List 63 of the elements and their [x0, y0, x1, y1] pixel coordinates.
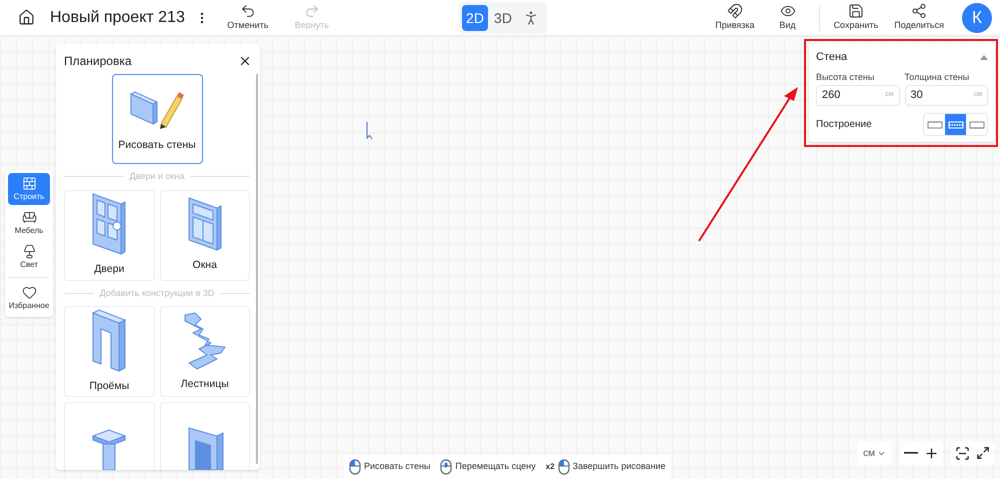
- units-dropdown[interactable]: см: [857, 441, 892, 465]
- catalog-card[interactable]: Лестницы: [160, 306, 250, 397]
- wall-alignment-icon: [926, 120, 942, 130]
- alignment-option[interactable]: [924, 114, 945, 135]
- catalog-card[interactable]: [64, 402, 154, 470]
- zoom-in-button[interactable]: [924, 446, 939, 460]
- rail-tab[interactable]: Свет: [8, 241, 50, 273]
- sofa-icon: [22, 210, 36, 224]
- share-icon: [911, 2, 928, 19]
- section-heading: Добавить конструкции в 3D: [100, 286, 214, 300]
- close-icon: [238, 54, 252, 68]
- left-click-icon: [349, 459, 361, 475]
- undo-icon: [240, 2, 256, 19]
- catalog-card[interactable]: [160, 402, 250, 470]
- field-value: 30: [910, 88, 924, 104]
- magnet-icon: [726, 2, 743, 19]
- wall-alignment-icon: [968, 120, 984, 130]
- field-label: Толщина стены: [904, 70, 970, 84]
- cursor-icon: [364, 122, 374, 140]
- double-click-label: x2: [546, 461, 555, 473]
- brick-wall-icon: [22, 176, 36, 190]
- rail-tab[interactable]: Избранное: [8, 282, 50, 314]
- field-label: Построение: [816, 118, 872, 132]
- field-label: Высота стены: [816, 70, 876, 84]
- rail-tab[interactable]: Строить: [8, 173, 50, 205]
- expand-icon: [976, 446, 990, 460]
- heart-icon: [22, 284, 36, 300]
- field-value: 260: [822, 88, 842, 104]
- catalog-card[interactable]: Окна: [160, 190, 250, 280]
- catalog-card[interactable]: Двери: [64, 190, 154, 280]
- close-button[interactable]: [238, 54, 252, 68]
- view-mode-tab[interactable]: 2D: [462, 5, 488, 31]
- snap-button[interactable]: Привязка: [707, 2, 763, 32]
- fit-view-icon: [955, 446, 970, 460]
- save-button[interactable]: Сохранить: [826, 2, 886, 32]
- project-title: Новый проект 213: [50, 8, 185, 28]
- hint-text: Завершить рисование: [572, 460, 666, 474]
- view-mode-tab[interactable]: 3D: [490, 5, 516, 31]
- minus-icon: [904, 452, 918, 454]
- hint-text: Рисовать стены: [364, 460, 430, 474]
- catalog-card[interactable]: Рисовать стены: [112, 74, 202, 164]
- view-button[interactable]: Вид: [762, 2, 813, 32]
- catalog-card[interactable]: Проёмы: [64, 306, 154, 397]
- left-click-icon: [558, 459, 570, 475]
- collapse-icon: [980, 54, 988, 60]
- save-icon: [848, 2, 864, 19]
- user-avatar[interactable]: К: [962, 2, 992, 32]
- undo-button[interactable]: Отменить: [222, 2, 273, 32]
- panel-title: Планировка: [64, 53, 132, 70]
- wall-alignment-icon: [948, 120, 964, 130]
- hint-text: Перемещать сцену: [455, 460, 536, 474]
- middle-click-icon: [440, 459, 452, 475]
- alignment-option[interactable]: [945, 114, 966, 135]
- home-icon: [18, 9, 34, 26]
- panel-title: Стена: [816, 50, 848, 65]
- redo-icon: [304, 2, 320, 19]
- section-heading: Двери и окна: [130, 170, 184, 183]
- plus-icon: [924, 446, 939, 460]
- rail-tab[interactable]: Мебель: [8, 207, 50, 239]
- fit-view-button[interactable]: [955, 446, 970, 460]
- lamp-icon: [22, 244, 36, 258]
- fullscreen-button[interactable]: [976, 446, 990, 460]
- share-button[interactable]: Поделиться: [886, 2, 952, 32]
